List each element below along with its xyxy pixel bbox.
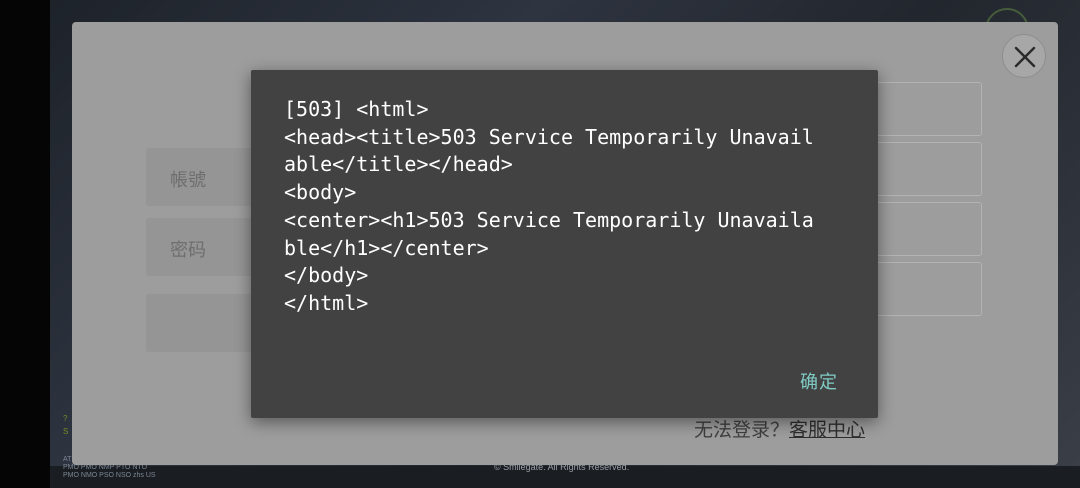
dialog-message: [503] <html> <head><title>503 Service Te…	[284, 97, 814, 315]
build-info-line: PMO NMO PSO NSO zhs US	[63, 472, 156, 479]
help-text: 无法登录？	[694, 420, 790, 441]
account-label: 帳號	[170, 170, 206, 190]
error-dialog: [503] <html> <head><title>503 Service Te…	[251, 70, 878, 418]
customer-service-link[interactable]: 客服中心	[789, 420, 865, 441]
side-mark-s: S	[63, 427, 69, 436]
side-mark-question: ?	[63, 414, 68, 423]
left-letterbox	[0, 0, 50, 488]
close-button[interactable]	[1002, 34, 1046, 78]
ok-button[interactable]: 确定	[800, 368, 838, 394]
build-info-line: PMO PMO NMP PTO NTO	[63, 464, 148, 471]
password-label: 密码	[170, 240, 206, 260]
close-icon	[1014, 46, 1036, 68]
help-row: 无法登录？客服中心	[694, 415, 865, 442]
